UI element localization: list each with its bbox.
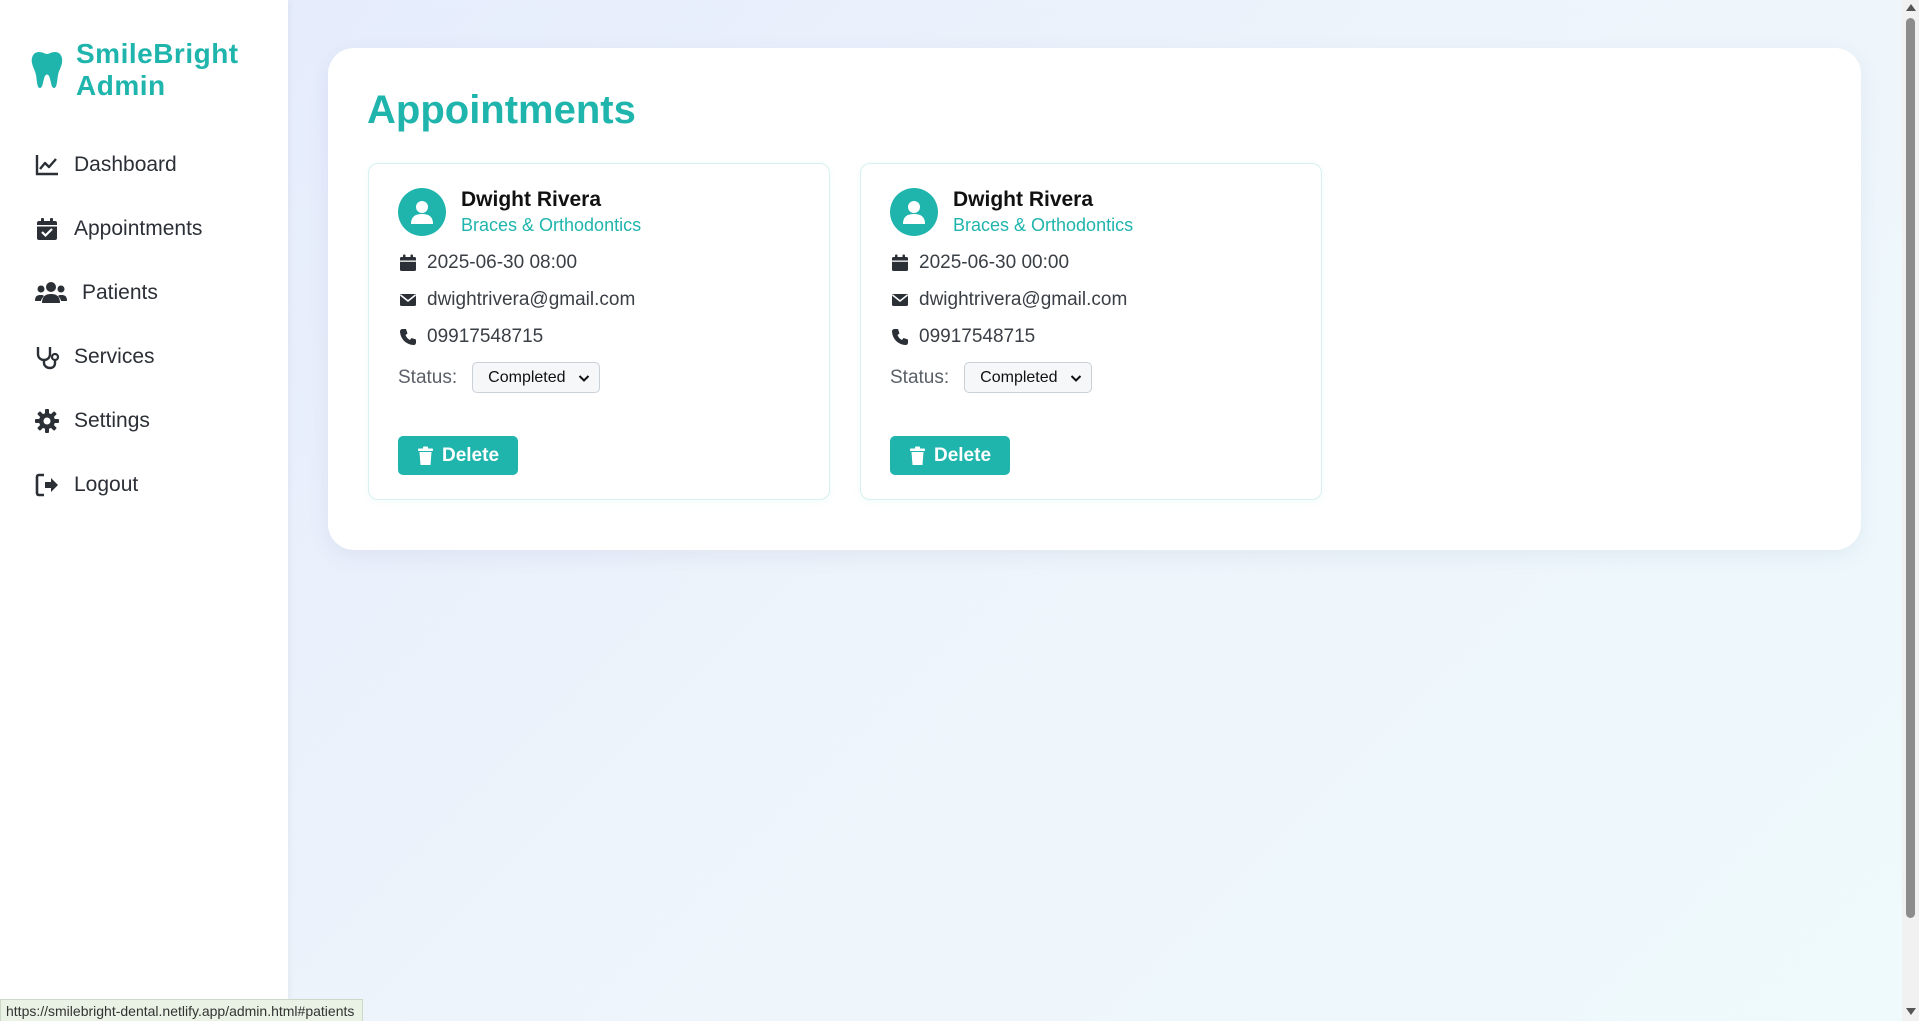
chart-line-icon [34,152,60,178]
vertical-scrollbar[interactable] [1902,0,1919,1021]
status-value: Completed [980,368,1058,386]
status-select[interactable]: Completed [964,362,1093,393]
sidebar-item-label: Services [74,345,155,368]
appointment-datetime: 2025-06-30 00:00 [890,252,1069,274]
email-text: dwightrivera@gmail.com [427,289,636,310]
appointment-phone: 09917548715 [398,326,543,348]
trash-icon [909,446,925,465]
delete-button[interactable]: Delete [398,436,518,475]
status-row: Status: Completed [398,362,601,393]
service-name: Braces & Orthodontics [461,215,642,235]
tooth-icon [31,52,63,88]
calendar-icon [398,253,418,273]
appointment-email: dwightrivera@gmail.com [890,289,1127,311]
brand[interactable]: SmileBright Admin [30,38,266,102]
sidebar-item-settings[interactable]: Settings [0,389,288,453]
scroll-up-arrow-icon[interactable] [1906,4,1916,11]
delete-label: Delete [441,444,500,466]
user-avatar-icon [398,188,446,236]
sidebar: SmileBright Admin Dashboard Appointments… [0,0,288,1021]
gear-icon [34,408,60,434]
trash-icon [417,446,433,465]
sidebar-item-label: Dashboard [74,153,177,176]
status-value: Completed [488,368,566,386]
page-title: Appointments [367,88,636,132]
phone-icon [398,327,418,347]
patient-name: Dwight Rivera [953,188,1094,211]
chevron-down-icon [1070,374,1082,382]
sidebar-item-services[interactable]: Services [0,325,288,389]
sidebar-item-label: Logout [74,473,139,496]
email-text: dwightrivera@gmail.com [919,289,1128,310]
sidebar-item-label: Appointments [74,217,203,240]
delete-button[interactable]: Delete [890,436,1010,475]
appointments-panel: Appointments Dwight Rivera Braces & Orth… [328,48,1861,550]
scroll-down-arrow-icon[interactable] [1906,1008,1916,1015]
sidebar-item-label: Settings [74,409,150,432]
appointment-card: Dwight Rivera Braces & Orthodontics 2025… [860,163,1322,500]
stethoscope-icon [34,344,60,370]
datetime-text: 2025-06-30 00:00 [919,252,1070,273]
status-label: Status: [890,366,950,388]
user-avatar-icon [890,188,938,236]
calendar-check-icon [34,216,60,242]
patient-name: Dwight Rivera [461,188,602,211]
sidebar-item-patients[interactable]: Patients [0,261,288,325]
brand-name: SmileBright Admin [76,38,239,101]
phone-text: 09917548715 [427,326,544,347]
calendar-icon [890,253,910,273]
sidebar-nav: Dashboard Appointments Patients Services… [0,133,288,517]
status-select[interactable]: Completed [472,362,601,393]
sidebar-item-appointments[interactable]: Appointments [0,197,288,261]
service-name: Braces & Orthodontics [953,215,1134,235]
phone-text: 09917548715 [919,326,1036,347]
phone-icon [890,327,910,347]
status-label: Status: [398,366,458,388]
datetime-text: 2025-06-30 08:00 [427,252,578,273]
envelope-icon [890,290,910,310]
appointment-card: Dwight Rivera Braces & Orthodontics 2025… [368,163,830,500]
appointment-phone: 09917548715 [890,326,1035,348]
appointment-datetime: 2025-06-30 08:00 [398,252,577,274]
logout-icon [34,472,60,498]
delete-label: Delete [933,444,992,466]
sidebar-item-label: Patients [82,281,158,304]
users-icon [34,280,68,306]
chevron-down-icon [578,374,590,382]
sidebar-item-dashboard[interactable]: Dashboard [0,133,288,197]
sidebar-item-logout[interactable]: Logout [0,453,288,517]
link-status-url: https://smilebright-dental.netlify.app/a… [0,999,364,1021]
scroll-thumb[interactable] [1906,18,1915,918]
status-row: Status: Completed [890,362,1093,393]
envelope-icon [398,290,418,310]
appointment-email: dwightrivera@gmail.com [398,289,635,311]
